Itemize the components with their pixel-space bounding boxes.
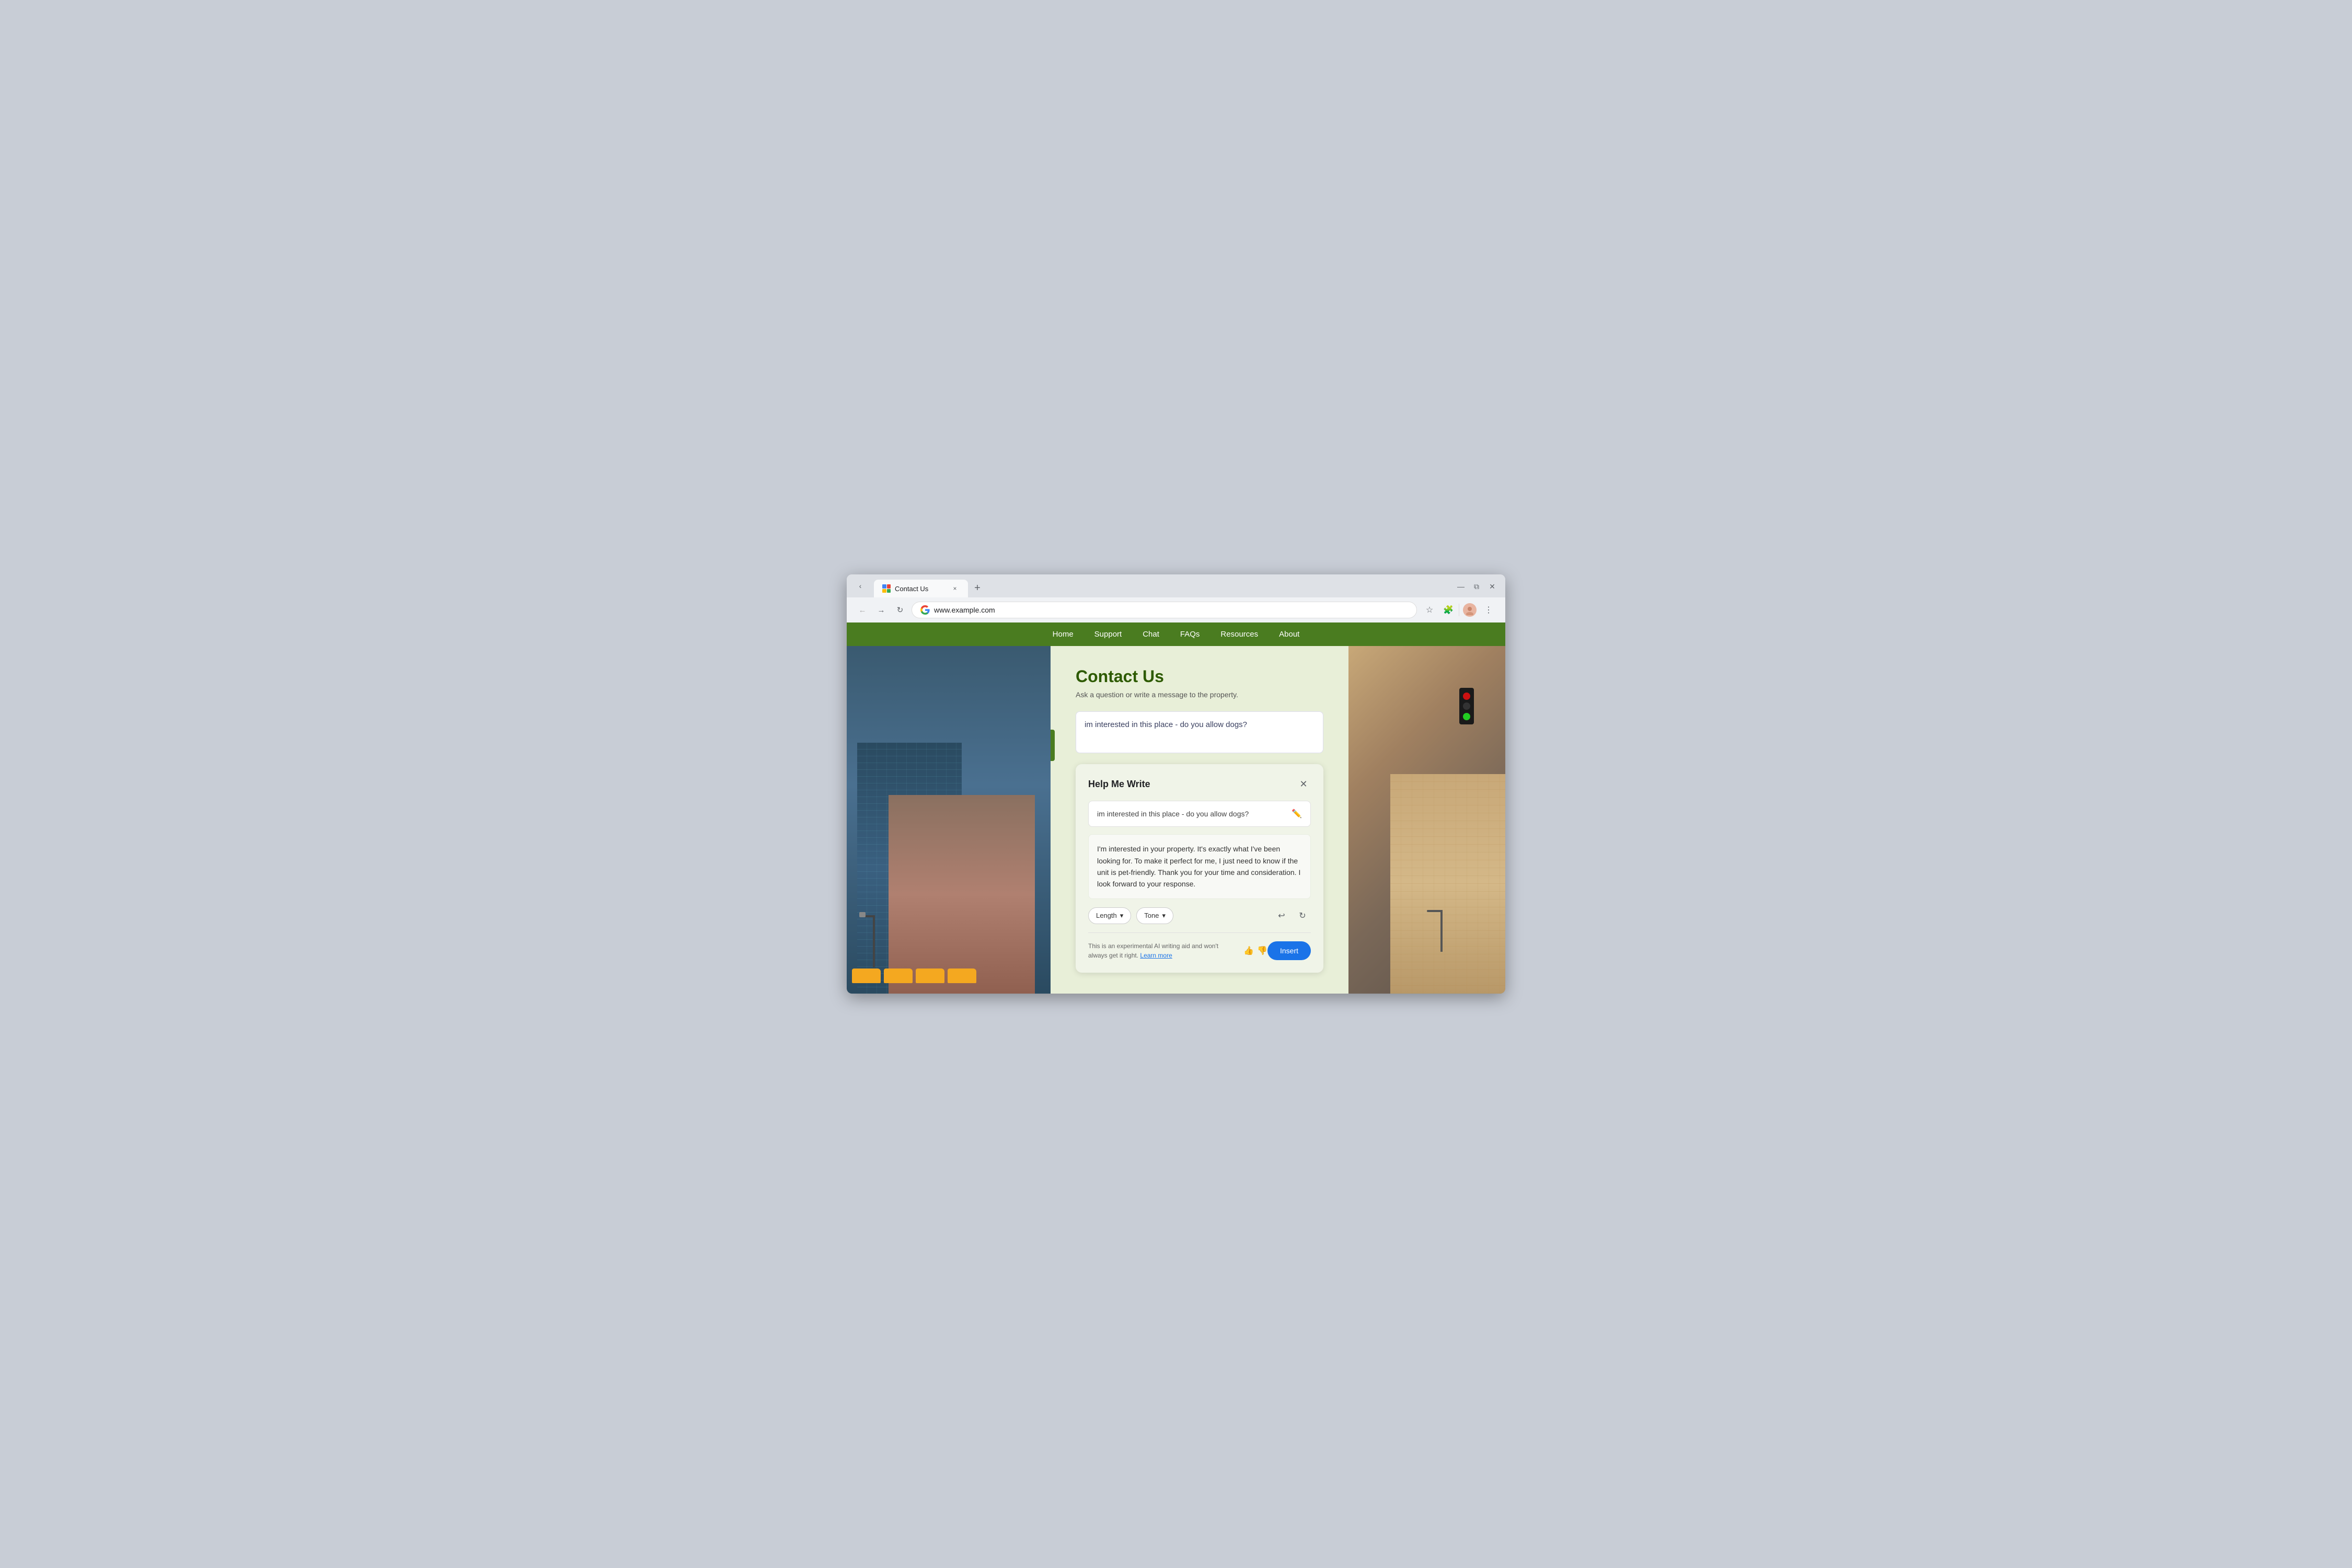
action-icons: ↩ ↻	[1273, 907, 1311, 924]
forward-button[interactable]: →	[874, 603, 889, 617]
redo-button[interactable]: ↻	[1294, 907, 1311, 924]
prompt-text: im interested in this place - do you all…	[1097, 810, 1249, 818]
page-title: Contact Us	[1076, 667, 1323, 686]
tone-chevron-icon: ▾	[1162, 912, 1166, 920]
address-bar[interactable]: www.example.com	[912, 602, 1417, 618]
generated-text-box: I'm interested in your property. It's ex…	[1088, 834, 1311, 899]
generated-text: I'm interested in your property. It's ex…	[1097, 843, 1302, 890]
taxi-3	[916, 969, 944, 983]
refresh-button[interactable]: ↻	[893, 603, 907, 617]
close-button[interactable]: ✕	[1485, 580, 1499, 593]
tab-favicon	[882, 584, 891, 593]
thumbs-up-button[interactable]: 👍	[1243, 946, 1254, 956]
taxi-2	[884, 969, 913, 983]
taxi-4	[948, 969, 976, 983]
undo-button[interactable]: ↩	[1273, 907, 1290, 924]
controls-row: Length ▾ Tone ▾ ↩ ↻	[1088, 907, 1311, 924]
nav-about[interactable]: About	[1279, 630, 1299, 639]
browser-addressbar: ← → ↻ www.example.com ☆ 🧩	[847, 597, 1505, 622]
prompt-bar: im interested in this place - do you all…	[1088, 801, 1311, 827]
google-logo-icon	[920, 605, 930, 615]
tab-title: Contact Us	[895, 585, 946, 593]
tab-close-button[interactable]: ×	[950, 584, 960, 593]
disclaimer-text: This is an experimental AI writing aid a…	[1088, 941, 1235, 960]
tone-dropdown[interactable]: Tone ▾	[1136, 907, 1173, 924]
building-left-2	[889, 795, 1035, 994]
user-avatar	[1463, 603, 1477, 617]
help-me-write-popup: Help Me Write ✕ im interested in this pl…	[1076, 764, 1323, 973]
extensions-button[interactable]: 🧩	[1440, 602, 1457, 618]
nav-chat[interactable]: Chat	[1143, 630, 1159, 639]
length-label: Length	[1096, 912, 1117, 919]
bookmark-button[interactable]: ☆	[1421, 602, 1438, 618]
menu-button[interactable]: ⋮	[1480, 602, 1497, 618]
traffic-light	[1459, 688, 1474, 724]
tone-label: Tone	[1144, 912, 1159, 919]
taxi-1	[852, 969, 881, 983]
popup-footer: This is an experimental AI writing aid a…	[1088, 932, 1311, 960]
toolbar-icons: ☆ 🧩 ⋮	[1421, 602, 1497, 618]
message-input[interactable]: im interested in this place - do you all…	[1076, 711, 1323, 753]
building-right-1	[1390, 774, 1505, 994]
length-dropdown[interactable]: Length ▾	[1088, 907, 1131, 924]
contact-subtitle: Ask a question or write a message to the…	[1076, 690, 1323, 699]
nav-faqs[interactable]: FAQs	[1180, 630, 1200, 639]
browser-controls-right: — ⧉ ✕	[1454, 580, 1499, 593]
nav-support[interactable]: Support	[1094, 630, 1122, 639]
popup-title: Help Me Write	[1088, 779, 1150, 790]
browser-window: ‹ Contact Us × + — ⧉ ✕ ← → ↻	[847, 574, 1505, 994]
minimize-button[interactable]: —	[1454, 580, 1468, 593]
traffic-light-red	[1463, 693, 1470, 700]
green-accent	[1051, 730, 1055, 761]
footer-left: This is an experimental AI writing aid a…	[1088, 941, 1267, 960]
back-button[interactable]: ←	[855, 603, 870, 617]
length-chevron-icon: ▾	[1120, 912, 1124, 920]
city-right-image	[1348, 646, 1505, 994]
thumbs-down-button[interactable]: 👎	[1257, 946, 1267, 956]
page-content: Home Support Chat FAQs Resources About	[847, 622, 1505, 994]
main-area: Contact Us Ask a question or write a mes…	[847, 646, 1505, 994]
traffic-light-yellow	[1463, 702, 1470, 710]
traffic-light-green	[1463, 713, 1470, 720]
profile-button[interactable]	[1461, 602, 1478, 618]
nav-home[interactable]: Home	[1053, 630, 1074, 639]
nav-resources[interactable]: Resources	[1220, 630, 1258, 639]
browser-titlebar: ‹ Contact Us × + — ⧉ ✕	[847, 574, 1505, 597]
insert-button[interactable]: Insert	[1267, 941, 1311, 960]
city-left-image	[847, 646, 1051, 994]
new-tab-button[interactable]: +	[970, 581, 985, 595]
tab-scroll-left-button[interactable]: ‹	[853, 579, 868, 593]
street-lamp-right	[1440, 910, 1443, 952]
feedback-icons: 👍 👎	[1243, 946, 1267, 956]
contact-form-area: Contact Us Ask a question or write a mes…	[1051, 646, 1348, 994]
popup-close-button[interactable]: ✕	[1296, 777, 1311, 791]
taxi-row	[847, 969, 1051, 983]
browser-tab[interactable]: Contact Us ×	[874, 580, 968, 597]
browser-controls-left: ‹	[853, 579, 868, 593]
learn-more-link[interactable]: Learn more	[1140, 952, 1172, 959]
street-lamp-left	[873, 915, 875, 967]
site-nav: Home Support Chat FAQs Resources About	[847, 622, 1505, 646]
url-text: www.example.com	[934, 606, 1408, 614]
edit-icon[interactable]: ✏️	[1292, 809, 1302, 819]
popup-header: Help Me Write ✕	[1088, 777, 1311, 791]
restore-button[interactable]: ⧉	[1470, 580, 1483, 593]
